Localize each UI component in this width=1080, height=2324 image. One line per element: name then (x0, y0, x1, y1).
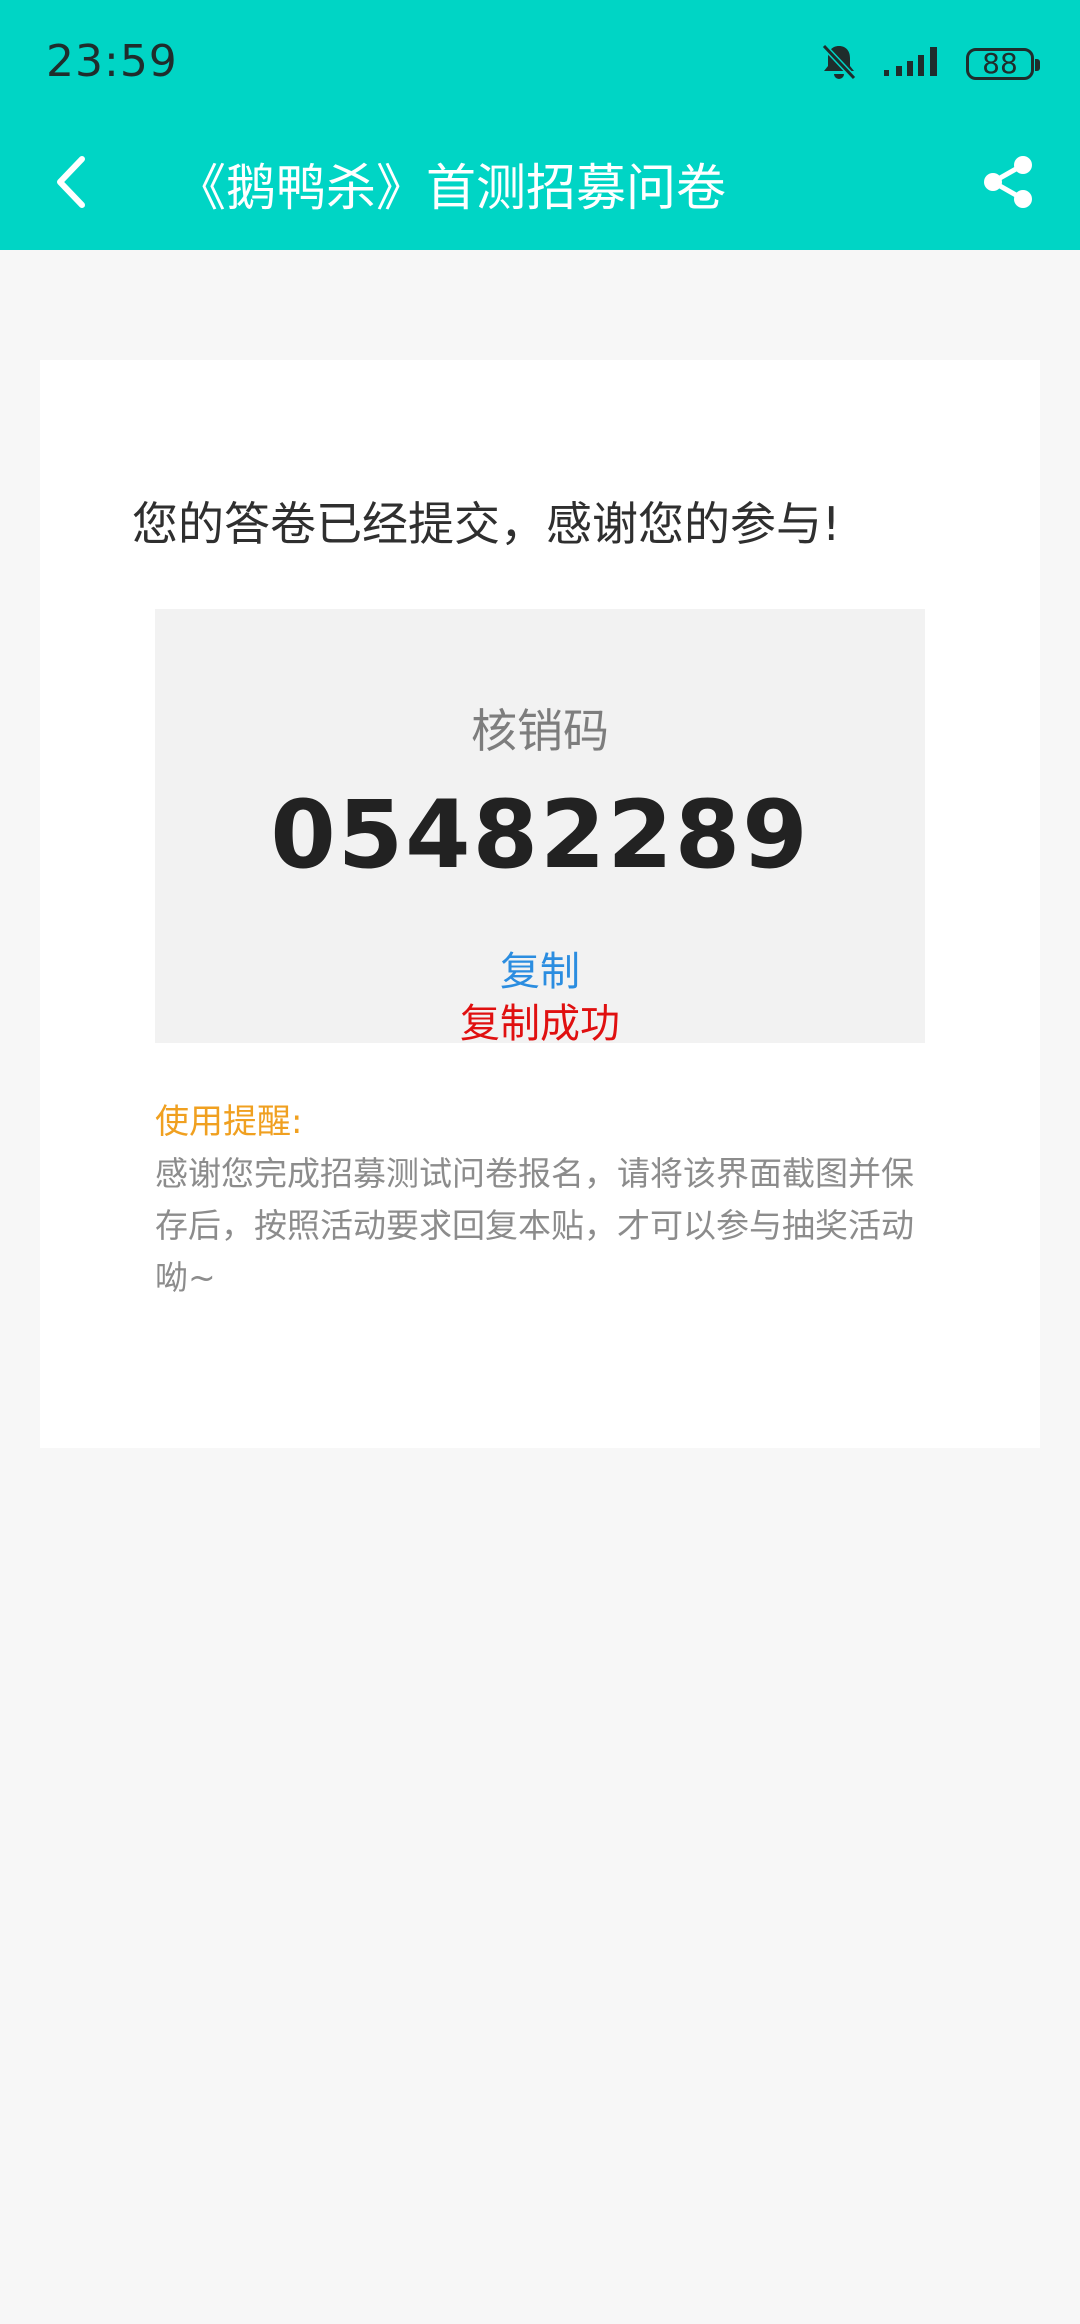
battery-level: 88 (982, 47, 1018, 80)
code-panel: 核销码 05482289 复制 复制成功 (155, 609, 925, 1047)
status-icons: 88 (820, 42, 1040, 86)
reminder-text: 感谢您完成招募测试问卷报名，请将该界面截图并保存后，按照活动要求回复本贴，才可以… (155, 1154, 914, 1297)
share-button[interactable] (978, 152, 1038, 212)
share-icon (984, 156, 1032, 208)
battery-icon: 88 (966, 47, 1040, 80)
code-label: 核销码 (471, 704, 609, 758)
copy-success-text: 复制成功 (460, 1001, 620, 1047)
copy-button[interactable]: 复制 (155, 939, 925, 997)
page-title: 《鹅鸭杀》首测招募问卷 (176, 159, 726, 217)
back-button[interactable] (46, 150, 96, 214)
submitted-message: 您的答卷已经提交，感谢您的参与! (132, 497, 841, 551)
redeem-code: 05482289 (270, 781, 810, 890)
app-header: 23:59 88 《鹅鸭杀》首测招募问卷 (0, 0, 1080, 250)
reminder-title: 使用提醒: (155, 1102, 303, 1142)
bell-off-icon (820, 42, 858, 86)
status-time: 23:59 (46, 36, 178, 87)
signal-icon (880, 44, 944, 84)
chevron-left-icon (57, 156, 85, 208)
